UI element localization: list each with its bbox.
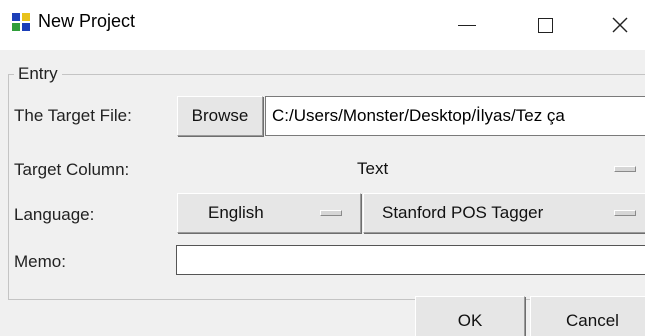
dropdown-indicator-icon [320,210,342,216]
title-bar: New Project [0,0,645,50]
target-column-dropdown[interactable]: Text [177,149,645,189]
minimize-icon [458,24,476,26]
language-dropdown[interactable]: English [177,193,361,233]
browse-button[interactable]: Browse [177,96,263,136]
minimize-button[interactable] [437,0,497,50]
pos-tagger-dropdown[interactable]: Stanford POS Tagger [363,193,645,233]
ok-button[interactable]: OK [415,296,525,336]
target-file-field[interactable]: C:/Users/Monster/Desktop/İlyas/Tez ça [265,96,645,136]
memo-label: Memo: [14,252,66,271]
memo-field[interactable] [176,245,645,275]
dropdown-indicator-icon [614,210,636,216]
target-file-label: The Target File: [14,106,132,125]
cancel-button[interactable]: Cancel [530,296,645,336]
pos-tagger-value: Stanford POS Tagger [382,203,544,222]
app-icon [12,13,31,32]
language-value: English [208,203,264,222]
window-title: New Project [38,11,136,31]
entry-group-label: Entry [14,64,62,84]
dropdown-indicator-icon [614,166,636,172]
close-icon [612,17,628,33]
maximize-icon [537,17,553,33]
language-label: Language: [14,205,95,224]
target-column-label: Target Column: [14,160,130,179]
close-button[interactable] [590,0,645,50]
target-column-value: Text [357,159,389,178]
maximize-button[interactable] [515,0,575,50]
